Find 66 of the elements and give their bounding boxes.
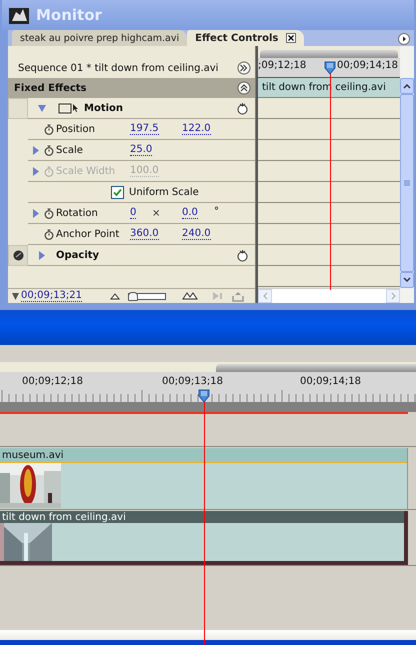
fx-toggle[interactable]	[8, 98, 28, 119]
clip-name: museum.avi	[2, 450, 64, 460]
reset-icon[interactable]	[236, 102, 249, 114]
panel-menu-icon[interactable]	[398, 33, 410, 45]
collapse-button[interactable]	[237, 81, 251, 95]
chevron-right-icon	[390, 292, 396, 300]
chevron-up-icon	[403, 83, 411, 89]
slider-thumb[interactable]	[128, 292, 138, 300]
current-time[interactable]: 00;09;13;21	[21, 290, 82, 302]
vertical-scrollbar[interactable]	[400, 46, 414, 303]
timecode: 00;09;12;18	[22, 376, 84, 389]
section-title: Fixed Effects	[14, 82, 87, 94]
property-value[interactable]: 0.0	[182, 207, 198, 219]
chevron-left-icon	[262, 292, 268, 300]
playhead-icon[interactable]	[324, 61, 336, 75]
fx-icon[interactable]	[12, 250, 24, 261]
property-value[interactable]: 25.0	[130, 144, 152, 156]
grip-icon	[404, 180, 410, 186]
expand-arrow-icon[interactable]	[32, 208, 40, 218]
multiply-sign: ×	[152, 208, 160, 218]
stopwatch-icon[interactable]	[44, 208, 54, 218]
collapse-arrow-icon[interactable]	[38, 104, 46, 112]
fx-toggle[interactable]	[8, 245, 28, 266]
scroll-up-button[interactable]	[400, 78, 414, 94]
property-value[interactable]: 240.0	[182, 228, 211, 240]
stopwatch-icon[interactable]	[44, 228, 54, 240]
zoom-slider[interactable]	[128, 292, 166, 300]
expand-arrow-icon[interactable]	[32, 146, 40, 154]
property-value[interactable]: 122.0	[182, 123, 211, 135]
timecode: 00;09;13;18	[162, 376, 224, 389]
stopwatch-icon[interactable]	[44, 124, 54, 134]
timecode: 00;09;14;18	[300, 376, 362, 389]
sequence-label: Sequence 01 * tilt down from ceiling.avi	[18, 62, 218, 74]
checkbox[interactable]	[111, 186, 124, 198]
motion-icon	[58, 102, 80, 114]
property-name: Anchor Point	[56, 228, 120, 240]
effect-name[interactable]: Motion	[84, 102, 236, 114]
property-name: Position	[56, 124, 95, 134]
expand-arrow-icon[interactable]	[38, 250, 46, 260]
show-timeline-button[interactable]	[237, 61, 251, 75]
zoom-out-icon[interactable]	[110, 292, 120, 300]
scroll-down-button[interactable]	[400, 272, 414, 288]
degree-sign: °	[214, 206, 219, 217]
checkbox-label: Uniform Scale	[129, 186, 199, 198]
property-value[interactable]: 0	[130, 207, 136, 219]
property-value[interactable]: 360.0	[130, 228, 159, 240]
marker-icon	[12, 292, 19, 300]
timecode: ;09;12;18	[258, 60, 306, 71]
tab[interactable]: steak au poivre prep highcam.avi	[12, 30, 188, 46]
close-icon[interactable]	[286, 33, 296, 43]
property-value[interactable]: 197.5	[130, 123, 159, 135]
zoom-in-icon[interactable]	[182, 292, 198, 300]
property-name: Scale Width	[56, 166, 116, 176]
clip-name: tilt down from ceiling.avi	[2, 512, 126, 522]
scroll-thumb[interactable]	[400, 94, 414, 272]
property-name: Scale	[56, 144, 83, 156]
timecode: 00;09;14;18	[336, 60, 398, 71]
playhead-icon[interactable]	[198, 389, 210, 403]
property-name: Rotation	[56, 208, 98, 218]
stopwatch-icon[interactable]	[44, 144, 54, 156]
reset-icon[interactable]	[236, 248, 249, 262]
window-title: Monitor	[36, 6, 102, 24]
tab[interactable]: Effect Controls	[187, 30, 304, 46]
app-icon	[8, 5, 30, 25]
effect-name[interactable]: Opacity	[56, 250, 236, 260]
chevron-down-icon	[403, 277, 411, 283]
